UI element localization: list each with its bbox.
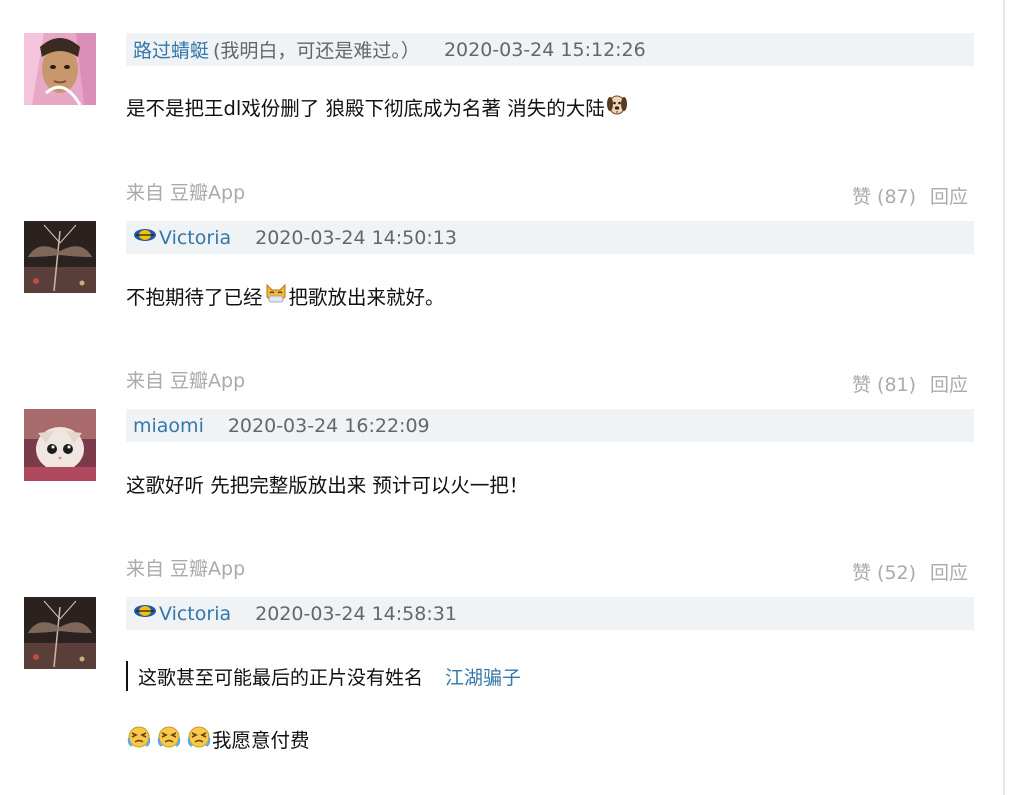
author-link[interactable]: miaomi [133,415,204,437]
author-link[interactable]: Victoria [159,227,231,249]
verified-badge-icon [133,602,157,625]
comment-text-body: 我愿意付费 [212,728,310,752]
avatar[interactable] [24,409,96,481]
crying-face-icon [156,724,182,753]
comment-header: miaomi 2020-03-24 16:22:09 [126,409,974,442]
like-button[interactable]: 赞 (81) [852,370,916,397]
comment-text: 这歌好听 先把完整版放出来 预计可以火一把！ [126,473,529,497]
reply-button[interactable]: 回应 [930,558,968,585]
comment-source: 来自 豆瓣App [126,182,246,204]
comment-actions: 赞 (87) 回应 [852,182,968,209]
comment-text: 我愿意付费 [126,724,310,753]
comment-source: 来自 豆瓣App [126,558,246,580]
crying-face-icon [126,724,152,753]
comment-text-body: 是不是把王dl戏份删了 狼殿下彻底成为名著 消失的大陆 [126,96,605,120]
like-button[interactable]: 赞 (52) [852,558,916,585]
comment-time: 2020-03-24 14:58:31 [255,602,457,625]
avatar[interactable] [24,33,96,105]
comment-text-before: 不抱期待了已经 [126,285,263,309]
comment-header: Victoria 2020-03-24 14:58:31 [126,597,974,630]
comment-text: 不抱期待了已经 把歌放出来就好。 [126,281,445,310]
comment-actions: 赞 (52) 回应 [852,558,968,585]
comment-time: 2020-03-24 14:50:13 [255,226,457,249]
quoted-comment: 这歌甚至可能最后的正片没有姓名 江湖骗子 [126,661,521,691]
comment-actions: 赞 (81) 回应 [852,370,968,397]
quoted-author-link[interactable]: 江湖骗子 [445,663,521,690]
author-link[interactable]: 路过蜻蜓 [133,36,209,63]
comment-source: 来自 豆瓣App [126,370,246,392]
like-button[interactable]: 赞 (87) [852,182,916,209]
author-note: (我明白，可还是难过。） [213,40,420,62]
comment-text: 是不是把王dl戏份删了 狼殿下彻底成为名著 消失的大陆 [126,92,629,121]
quoted-text: 这歌甚至可能最后的正片没有姓名 [138,666,424,689]
crying-face-icon [186,724,212,753]
dog-face-icon [605,92,629,121]
author-link[interactable]: Victoria [159,603,231,625]
comment-time: 2020-03-24 15:12:26 [443,38,646,61]
avatar[interactable] [24,597,96,669]
cat-face-icon [263,281,289,310]
comment-header: 路过蜻蜓 (我明白，可还是难过。） 2020-03-24 15:12:26 [126,33,974,66]
comment-header: Victoria 2020-03-24 14:50:13 [126,221,974,254]
reply-button[interactable]: 回应 [930,370,968,397]
page-right-border [1003,0,1005,795]
comment-time: 2020-03-24 16:22:09 [227,414,430,437]
verified-badge-icon [133,226,157,249]
reply-button[interactable]: 回应 [930,182,968,209]
comment-text-after: 把歌放出来就好。 [288,285,445,309]
avatar[interactable] [24,221,96,293]
